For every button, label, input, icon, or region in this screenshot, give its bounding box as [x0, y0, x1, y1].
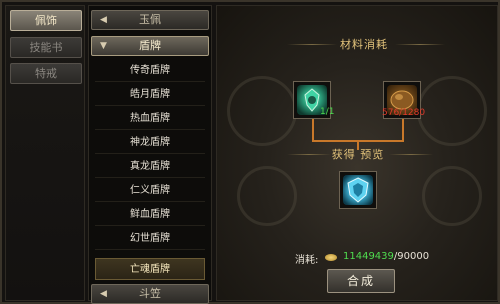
connector-line [402, 119, 404, 141]
group-header-jade[interactable]: ◀ 玉佩 [91, 10, 209, 30]
list-item[interactable]: 传奇盾牌 [95, 60, 205, 82]
preview-title: 获得 预览 [331, 148, 385, 161]
list-item[interactable]: 仁义盾牌 [95, 180, 205, 202]
shield-icon [343, 175, 373, 205]
category-tab-special-ring[interactable]: 特戒 [10, 63, 82, 84]
title-divider-right [389, 154, 433, 155]
group-label: 斗笠 [139, 287, 161, 300]
category-tab-skill-book[interactable]: 技能书 [10, 37, 82, 58]
collapsed-arrow-icon: ◀ [100, 15, 107, 25]
crafting-panel: 材料消耗 1/1 576/1280 获得 预览 消耗: 11449439/900… [216, 5, 498, 301]
material-count: 1/1 [320, 107, 335, 117]
category-column: 佩饰 技能书 特戒 [5, 5, 85, 301]
title-divider-right [395, 44, 445, 45]
category-tab-accessory[interactable]: 佩饰 [10, 10, 82, 31]
decor-swirl [422, 166, 482, 226]
list-item[interactable]: 热血盾牌 [95, 108, 205, 130]
cost-label: 消耗: [295, 255, 319, 266]
connector-line [312, 119, 314, 141]
list-item[interactable]: 皓月盾牌 [95, 84, 205, 106]
collapsed-arrow-icon: ◀ [100, 289, 107, 299]
craft-button[interactable]: 合成 [327, 269, 395, 293]
decor-swirl [417, 76, 487, 146]
list-item-selected[interactable]: 亡魂盾牌 [95, 258, 205, 280]
gold-coin-icon [325, 254, 337, 261]
result-slot[interactable] [339, 171, 377, 209]
material-slot[interactable]: 1/1 [293, 81, 335, 119]
cost-need: /90000 [393, 251, 430, 262]
material-slot[interactable]: 576/1280 [382, 81, 425, 119]
materials-title: 材料消耗 [340, 38, 388, 51]
list-item[interactable]: 鲜血盾牌 [95, 204, 205, 226]
expanded-arrow-icon: ▼ [100, 41, 107, 51]
decor-swirl [227, 76, 297, 146]
list-item[interactable]: 幻世盾牌 [95, 228, 205, 250]
list-item[interactable]: 真龙盾牌 [95, 156, 205, 178]
decor-swirl [237, 166, 297, 226]
group-label: 盾牌 [139, 39, 161, 52]
list-item[interactable]: 神龙盾牌 [95, 132, 205, 154]
cost-have: 11449439 [343, 251, 394, 262]
cost-value: 11449439/90000 [343, 251, 429, 262]
item-list-column: ◀ 玉佩 ▼ 盾牌 传奇盾牌 皓月盾牌 热血盾牌 神龙盾牌 真龙盾牌 仁义盾牌 … [88, 5, 212, 304]
group-header-hat[interactable]: ◀ 斗笠 [91, 284, 209, 304]
group-header-shield[interactable]: ▼ 盾牌 [91, 36, 209, 56]
group-label: 玉佩 [139, 13, 161, 26]
game-window: 佩饰 技能书 特戒 ◀ 玉佩 ▼ 盾牌 传奇盾牌 皓月盾牌 热血盾牌 神龙盾牌 … [0, 0, 500, 304]
material-count: 576/1280 [382, 108, 426, 118]
